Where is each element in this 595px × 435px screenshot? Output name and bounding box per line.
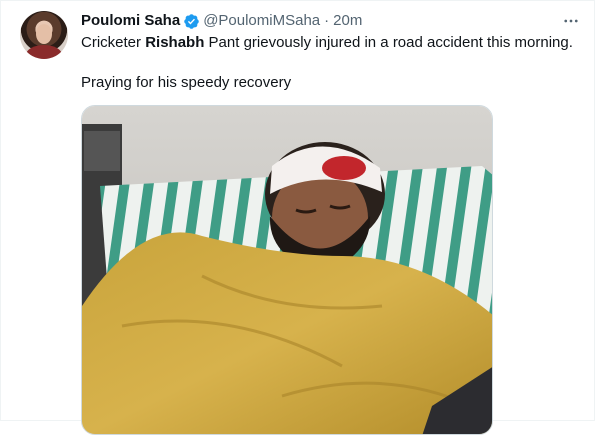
photo-illustration: [82, 106, 492, 434]
tweet-header: Poulomi Saha @PoulomiMSaha · 20m: [81, 11, 362, 31]
tweet-text: Cricketer Rishabh Pant grievously injure…: [81, 33, 581, 93]
more-horizontal-icon: [564, 19, 578, 23]
avatar[interactable]: [20, 11, 68, 59]
tweet-media-photo[interactable]: [81, 105, 493, 435]
separator-dot: ·: [324, 12, 330, 29]
user-handle[interactable]: @PoulomiMSaha: [203, 11, 320, 31]
more-options-button[interactable]: [560, 10, 582, 32]
tweet-text-line-2: Praying for his speedy recovery: [81, 74, 292, 91]
tweet-text-line-1: Cricketer Rishabh Pant grievously injure…: [81, 33, 581, 53]
text-part: Cricketer: [81, 34, 146, 51]
avatar-shirt: [26, 45, 62, 59]
verified-badge-icon: [183, 13, 200, 30]
avatar-face: [36, 24, 52, 44]
text-part: Pant grievously injured in a road accide…: [204, 34, 573, 51]
timestamp[interactable]: 20m: [333, 11, 362, 31]
display-name[interactable]: Poulomi Saha: [81, 11, 180, 31]
tweet-card[interactable]: Poulomi Saha @PoulomiMSaha · 20m Cricket…: [0, 0, 595, 435]
text-bold-name: Rishabh: [145, 34, 205, 51]
